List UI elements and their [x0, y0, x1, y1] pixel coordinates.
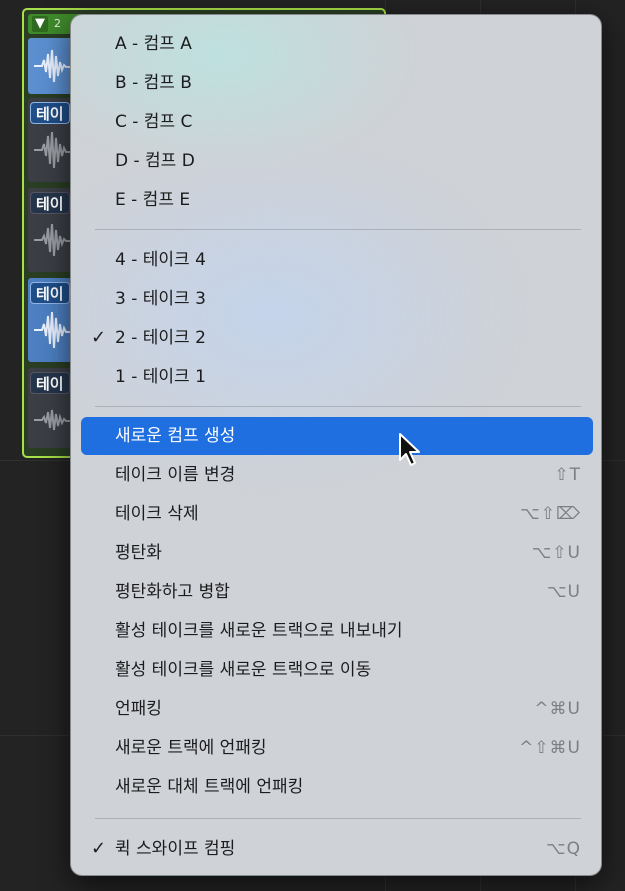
menu-item-take-2[interactable]: ✓ 2 - 테이크 2 [81, 319, 593, 357]
menu-item-label: 활성 테이크를 새로운 트랙으로 이동 [115, 660, 372, 680]
menu-item-label: 새로운 트랙에 언패킹 [115, 738, 267, 758]
menu-item-label: 테이크 이름 변경 [115, 465, 236, 485]
menu-item-label: 테이크 삭제 [115, 504, 199, 524]
take-label: 테이 [30, 372, 70, 394]
menu-item-shortcut: ⌥⇧⌦ [520, 504, 581, 524]
menu-item-take-1[interactable]: 1 - 테이크 1 [81, 358, 593, 396]
menu-separator [95, 406, 581, 407]
menu-item-flatten-and-merge[interactable]: 평탄화하고 병합 ⌥U [81, 573, 593, 611]
checkmark-icon: ✓ [91, 838, 107, 859]
menu-item-comp-c[interactable]: C - 컴프 C [81, 103, 593, 141]
menu-item-shortcut: ⌥Q [546, 839, 581, 859]
menu-item-label: 새로운 대체 트랙에 언패킹 [115, 777, 304, 797]
menu-item-take-3[interactable]: 3 - 테이크 3 [81, 280, 593, 318]
menu-item-label: 새로운 컴프 생성 [115, 426, 236, 446]
menu-item-flatten[interactable]: 평탄화 ⌥⇧U [81, 534, 593, 572]
menu-item-move-active-take[interactable]: 활성 테이크를 새로운 트랙으로 이동 [81, 651, 593, 689]
menu-item-shortcut: ^⌘U [534, 699, 581, 719]
menu-item-label: A - 컴프 A [115, 34, 192, 54]
menu-item-comp-d[interactable]: D - 컴프 D [81, 142, 593, 180]
checkmark-icon: ✓ [91, 327, 107, 348]
menu-item-label: D - 컴프 D [115, 151, 195, 171]
menu-item-label: C - 컴프 C [115, 112, 193, 132]
mouse-pointer-icon [399, 433, 420, 466]
take-context-menu: A - 컴프 A B - 컴프 B C - 컴프 C D - 컴프 D E - … [70, 14, 602, 876]
menu-item-unpack-to-new-tracks[interactable]: 새로운 트랙에 언패킹 ^⇧⌘U [81, 729, 593, 767]
menu-item-label: E - 컴프 E [115, 190, 191, 210]
menu-item-label: B - 컴프 B [115, 73, 192, 93]
menu-item-shortcut: ⌥U [546, 582, 581, 602]
menu-item-export-active-take[interactable]: 활성 테이크를 새로운 트랙으로 내보내기 [81, 612, 593, 650]
menu-item-shortcut: ⇧T [554, 465, 581, 485]
menu-item-shortcut: ^⇧⌘U [519, 738, 581, 758]
menu-item-comp-b[interactable]: B - 컴프 B [81, 64, 593, 102]
menu-item-label: 4 - 테이크 4 [115, 250, 206, 270]
menu-item-label: 3 - 테이크 3 [115, 289, 206, 309]
menu-item-label: 퀵 스와이프 컴핑 [115, 839, 236, 859]
menu-item-unpack-to-alternative-tracks[interactable]: 새로운 대체 트랙에 언패킹 [81, 768, 593, 806]
menu-item-label: 언패킹 [115, 699, 162, 719]
take-folder-number: 2 [54, 17, 61, 30]
take-label: 테이 [30, 102, 70, 124]
menu-item-label: 활성 테이크를 새로운 트랙으로 내보내기 [115, 621, 403, 641]
menu-item-quick-swipe-comping[interactable]: ✓ 퀵 스와이프 컴핑 ⌥Q [81, 830, 593, 868]
disclosure-triangle-icon[interactable]: ▼ [32, 16, 48, 32]
menu-item-comp-e[interactable]: E - 컴프 E [81, 181, 593, 219]
menu-item-label: 평탄화 [115, 543, 162, 563]
menu-item-delete-take[interactable]: 테이크 삭제 ⌥⇧⌦ [81, 495, 593, 533]
menu-separator [95, 229, 581, 230]
menu-item-shortcut: ⌥⇧U [531, 543, 581, 563]
menu-item-create-new-comp[interactable]: 새로운 컴프 생성 [81, 417, 593, 455]
menu-separator [95, 818, 581, 819]
menu-item-label: 평탄화하고 병합 [115, 582, 230, 602]
menu-item-rename-take[interactable]: 테이크 이름 변경 ⇧T [81, 456, 593, 494]
menu-item-comp-a[interactable]: A - 컴프 A [81, 25, 593, 63]
menu-item-label: 2 - 테이크 2 [115, 328, 206, 348]
menu-item-unpack[interactable]: 언패킹 ^⌘U [81, 690, 593, 728]
take-label: 테이 [30, 192, 70, 214]
menu-item-label: 1 - 테이크 1 [115, 367, 206, 387]
take-label: 테이 [30, 282, 70, 304]
menu-item-take-4[interactable]: 4 - 테이크 4 [81, 241, 593, 279]
